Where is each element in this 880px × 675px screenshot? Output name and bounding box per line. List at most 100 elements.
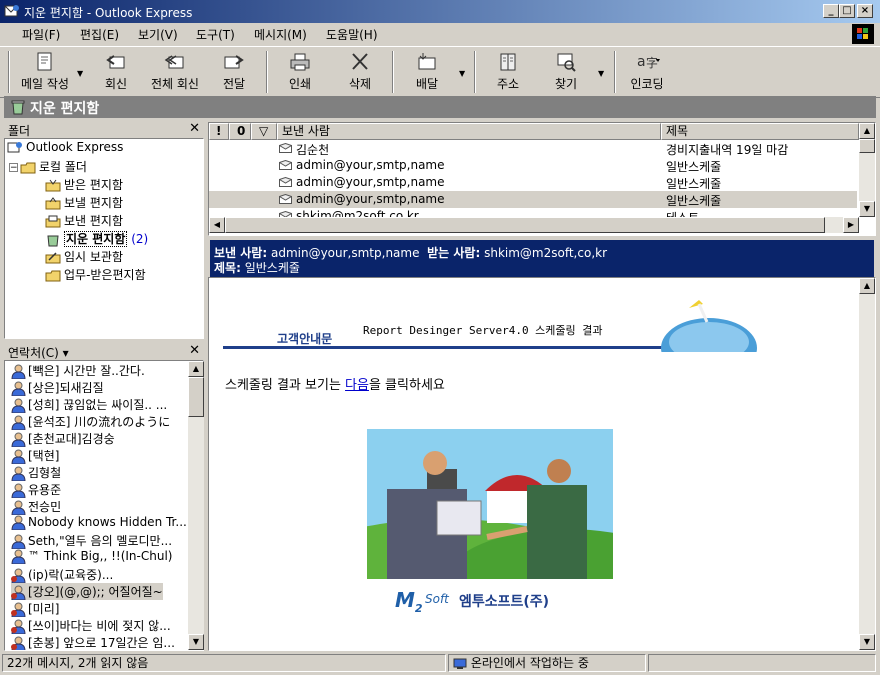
message-list-vscroll[interactable]: ▲ ▼	[859, 123, 875, 217]
preview-scrollbar[interactable]: ▲ ▼	[859, 278, 875, 650]
print-button[interactable]: 인쇄	[278, 49, 322, 95]
contacts-scrollbar[interactable]: ▲ ▼	[188, 361, 204, 650]
tree-inbox[interactable]: 받은 편지함	[45, 176, 123, 194]
message-list-hscroll[interactable]: ◀ ▶	[209, 217, 859, 233]
encoding-button[interactable]: a字 인코딩	[624, 49, 670, 95]
forward-button[interactable]: 전달	[212, 49, 256, 95]
contact-item[interactable]: 김형철	[11, 464, 61, 481]
contact-item[interactable]: [택현]	[11, 447, 59, 464]
close-contacts-pane-icon[interactable]: ✕	[189, 343, 200, 358]
contact-person-icon	[11, 568, 26, 583]
contact-item[interactable]: [미리]	[11, 600, 59, 617]
banner-left-text: 고객안내문	[277, 332, 333, 346]
scroll-up-icon[interactable]: ▲	[188, 361, 204, 377]
contact-item[interactable]: 전승민	[11, 498, 61, 515]
message-from: admin@your,smtp,name	[296, 192, 445, 206]
compose-button[interactable]: 메일 작성	[14, 49, 76, 95]
close-folders-pane-icon[interactable]: ✕	[189, 121, 200, 136]
contact-item[interactable]: (ip)락(교육중)...	[11, 566, 113, 583]
delete-button[interactable]: 삭제	[338, 49, 382, 95]
find-dropdown-icon[interactable]: ▼	[598, 69, 604, 78]
preview-subject: 일반스케줄	[244, 261, 300, 275]
contact-item[interactable]: [성희] 끊임없는 싸이질.. ...	[11, 396, 167, 413]
menu-view[interactable]: 보기(V)	[138, 26, 178, 43]
svg-text:a: a	[637, 54, 646, 70]
scroll-up-icon[interactable]: ▲	[859, 278, 875, 294]
send-receive-dropdown-icon[interactable]: ▼	[459, 69, 465, 78]
contact-person-icon	[11, 602, 26, 617]
message-row[interactable]: admin@your,smtp,name 일반스케줄	[209, 174, 857, 191]
preview-to: shkim@m2soft,co,kr	[484, 246, 608, 260]
addresses-button[interactable]: 주소	[486, 49, 530, 95]
menu-edit[interactable]: 편집(E)	[80, 26, 119, 43]
maximize-button[interactable]: □	[839, 4, 855, 18]
contact-name: [쓰이]바다는 비에 젖지 않...	[28, 619, 171, 633]
minimize-button[interactable]: _	[823, 4, 839, 18]
deleted-items-icon	[47, 235, 59, 246]
col-attachment[interactable]: 0	[229, 123, 251, 140]
contact-name: 김형철	[28, 466, 62, 480]
menu-tools[interactable]: 도구(T)	[196, 26, 235, 43]
col-flag[interactable]: ▽	[251, 123, 277, 140]
tree-outbox-label: 보낼 편지함	[64, 196, 124, 210]
contact-name: [강오](@,@);; 어질어질~	[28, 585, 163, 599]
contact-name: ™ Think Big,, !!(In-Chul)	[28, 549, 173, 563]
inbox-icon	[45, 179, 61, 191]
message-row[interactable]: admin@your,smtp,name 일반스케줄	[209, 157, 857, 174]
contact-item[interactable]: Seth,"열두 음의 멜로디만...	[11, 532, 172, 549]
menu-file[interactable]: 파일(F)	[22, 26, 60, 43]
col-priority[interactable]: !	[209, 123, 229, 140]
title-bar[interactable]: 지운 편지함 - Outlook Express _ □ ×	[0, 0, 880, 23]
scroll-down-icon[interactable]: ▼	[859, 634, 875, 650]
close-button[interactable]: ×	[857, 4, 873, 18]
scroll-up-icon[interactable]: ▲	[859, 123, 875, 139]
collapse-icon[interactable]: −	[9, 163, 18, 173]
preview-to-label: 받는 사람:	[427, 246, 481, 260]
scroll-left-icon[interactable]: ◀	[209, 217, 225, 233]
contact-item[interactable]: [윤석조] 川の流れのように	[11, 413, 170, 430]
hscroll-thumb[interactable]	[225, 217, 825, 233]
contacts-header-label[interactable]: 연락처(C) ▾	[8, 344, 69, 361]
reply-all-button[interactable]: 전체 회신	[142, 49, 208, 95]
contact-item[interactable]: [쓰이]바다는 비에 젖지 않...	[11, 617, 171, 634]
tree-outlook-express[interactable]: Outlook Express	[7, 140, 123, 158]
contact-person-icon	[11, 515, 26, 530]
contact-item[interactable]: [춘천교대]김경숭	[11, 430, 115, 447]
contact-item[interactable]: Nobody knows Hidden Tr...	[11, 515, 187, 532]
scroll-right-icon[interactable]: ▶	[843, 217, 859, 233]
scroll-down-icon[interactable]: ▼	[188, 634, 204, 650]
tree-work-inbox[interactable]: 업무-받은편지함	[45, 266, 146, 284]
col-subject[interactable]: 제목	[661, 123, 859, 140]
tree-deleted-items[interactable]: 지운 편지함 (2)	[45, 230, 148, 248]
contact-item[interactable]: ™ Think Big,, !!(In-Chul)	[11, 549, 172, 566]
menu-help[interactable]: 도움말(H)	[326, 26, 378, 43]
contact-item[interactable]: [강오](@,@);; 어질어질~	[11, 583, 163, 600]
tree-local-folders[interactable]: − 로컬 폴더	[9, 158, 87, 176]
print-label: 인쇄	[288, 77, 312, 91]
scroll-thumb[interactable]	[859, 139, 875, 153]
message-row[interactable]: admin@your,smtp,name 일반스케줄	[209, 191, 857, 208]
result-link[interactable]: 다음	[345, 378, 369, 393]
tree-outbox[interactable]: 보낼 편지함	[45, 194, 123, 212]
contact-item[interactable]: 유용준	[11, 481, 61, 498]
status-bar: 22개 메시지, 2개 읽지 않음 온라인에서 작업하는 중	[0, 652, 880, 675]
contact-name: [윤석조] 川の流れのように	[28, 415, 171, 429]
compose-dropdown-icon[interactable]: ▼	[77, 69, 83, 78]
tree-drafts[interactable]: 임시 보관함	[45, 248, 123, 266]
contact-person-icon	[11, 432, 26, 447]
scroll-thumb[interactable]	[188, 377, 204, 417]
current-folder-title: 지운 편지함	[30, 101, 100, 117]
send-receive-button[interactable]: 배달	[404, 49, 450, 95]
col-from[interactable]: 보낸 사람	[277, 123, 661, 140]
contact-person-icon	[11, 381, 26, 396]
contact-item[interactable]: [상은]되새김질	[11, 379, 104, 396]
menu-message[interactable]: 메시지(M)	[254, 26, 307, 43]
message-row[interactable]: 김순천 경비지출내역 19일 마감	[209, 140, 857, 157]
contact-item[interactable]: [춘봉] 앞으로 17일간은 임...	[11, 634, 175, 650]
scroll-down-icon[interactable]: ▼	[859, 201, 875, 217]
contact-name: 전승민	[28, 500, 62, 514]
tree-sent-items[interactable]: 보낸 편지함	[45, 212, 123, 230]
contact-item[interactable]: [빽은] 시간만 잘..간다.	[11, 362, 145, 379]
find-button[interactable]: 찾기	[544, 49, 588, 95]
reply-button[interactable]: 회신	[94, 49, 138, 95]
